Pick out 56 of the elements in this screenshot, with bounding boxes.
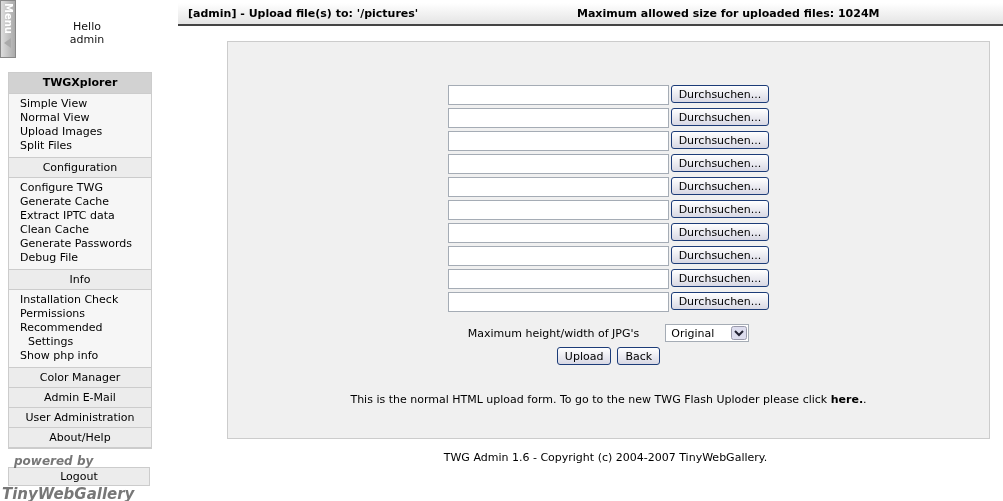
menu-item[interactable]: Debug File — [20, 251, 151, 265]
menu-item[interactable]: Installation Check — [20, 293, 151, 307]
menu-heading[interactable]: TWGXplorer — [9, 73, 151, 94]
file-field[interactable] — [447, 200, 669, 220]
menu-heading[interactable]: Admin E-Mail — [9, 388, 151, 408]
menu-item[interactable]: Clean Cache — [20, 223, 151, 237]
menu-heading[interactable]: About/Help — [9, 428, 151, 448]
browse-button[interactable]: Durchsuchen... — [670, 85, 770, 103]
menu-item[interactable]: Generate Passwords — [20, 237, 151, 251]
size-limit-text: Maximum allowed size for uploaded files: 1024M — [577, 7, 880, 20]
caret-icon — [731, 326, 748, 340]
browse-button[interactable]: Durchsuchen... — [670, 177, 770, 195]
file-field[interactable] — [447, 154, 669, 174]
logout-button[interactable]: Logout — [8, 467, 150, 486]
greeting-text: Hello — [73, 20, 101, 33]
browse-button[interactable]: Durchsuchen... — [670, 246, 770, 264]
file-field[interactable] — [447, 108, 669, 128]
menu-heading[interactable]: Info — [9, 270, 151, 290]
menu-item[interactable]: Normal View — [20, 111, 151, 125]
menu-item[interactable]: Recommended Settings — [20, 321, 151, 349]
here-link[interactable]: here. — [830, 393, 864, 406]
form-button[interactable]: Back — [617, 347, 661, 365]
file-field[interactable] — [447, 246, 669, 266]
select-label: Maximum height/width of JPG's — [467, 326, 640, 340]
browse-button[interactable]: Durchsuchen... — [670, 269, 770, 287]
browse-button[interactable]: Durchsuchen... — [670, 292, 770, 310]
greeting-text: admin — [69, 33, 105, 46]
menu-heading[interactable]: Color Manager — [9, 368, 151, 388]
menu-item[interactable]: Configure TWG — [20, 181, 151, 195]
browse-button[interactable]: Durchsuchen... — [670, 223, 770, 241]
logo-text: powered by — [13, 455, 95, 467]
header-title: [admin] - Upload file(s) to: '/pictures' — [188, 7, 420, 20]
file-field[interactable] — [447, 85, 669, 105]
menu-heading[interactable]: Configuration — [9, 158, 151, 178]
file-field[interactable] — [447, 292, 669, 312]
form-button[interactable]: Upload — [556, 347, 612, 365]
info-text: This is the normal HTML upload form. To go to the new TWG Flash Uploder please click here.. — [350, 393, 867, 406]
browse-button[interactable]: Durchsuchen... — [670, 131, 770, 149]
browse-button[interactable]: Durchsuchen... — [670, 108, 770, 126]
file-field[interactable] — [447, 269, 669, 289]
size-dropdown[interactable]: Original — [665, 324, 750, 342]
menu-item[interactable]: Extract IPTC data — [20, 209, 151, 223]
menu-item[interactable]: Simple View — [20, 97, 151, 111]
file-field[interactable] — [447, 177, 669, 197]
menu-item[interactable]: Upload Images — [20, 125, 151, 139]
menu-item[interactable]: Split Files — [20, 139, 151, 153]
menu-item[interactable]: Permissions — [20, 307, 151, 321]
footer-text: TWG Admin 1.6 - Copyright (c) 2004-2007 TinyWebGallery. — [442, 451, 769, 464]
file-field[interactable] — [447, 131, 669, 151]
browse-button[interactable]: Durchsuchen... — [670, 154, 770, 172]
browse-button[interactable]: Durchsuchen... — [670, 200, 770, 218]
menu-item[interactable]: Generate Cache — [20, 195, 151, 209]
file-field[interactable] — [447, 223, 669, 243]
menu-item[interactable]: Show php info — [20, 349, 151, 363]
arrow-left-icon — [4, 38, 12, 48]
menu-heading[interactable]: User Administration — [9, 408, 151, 428]
